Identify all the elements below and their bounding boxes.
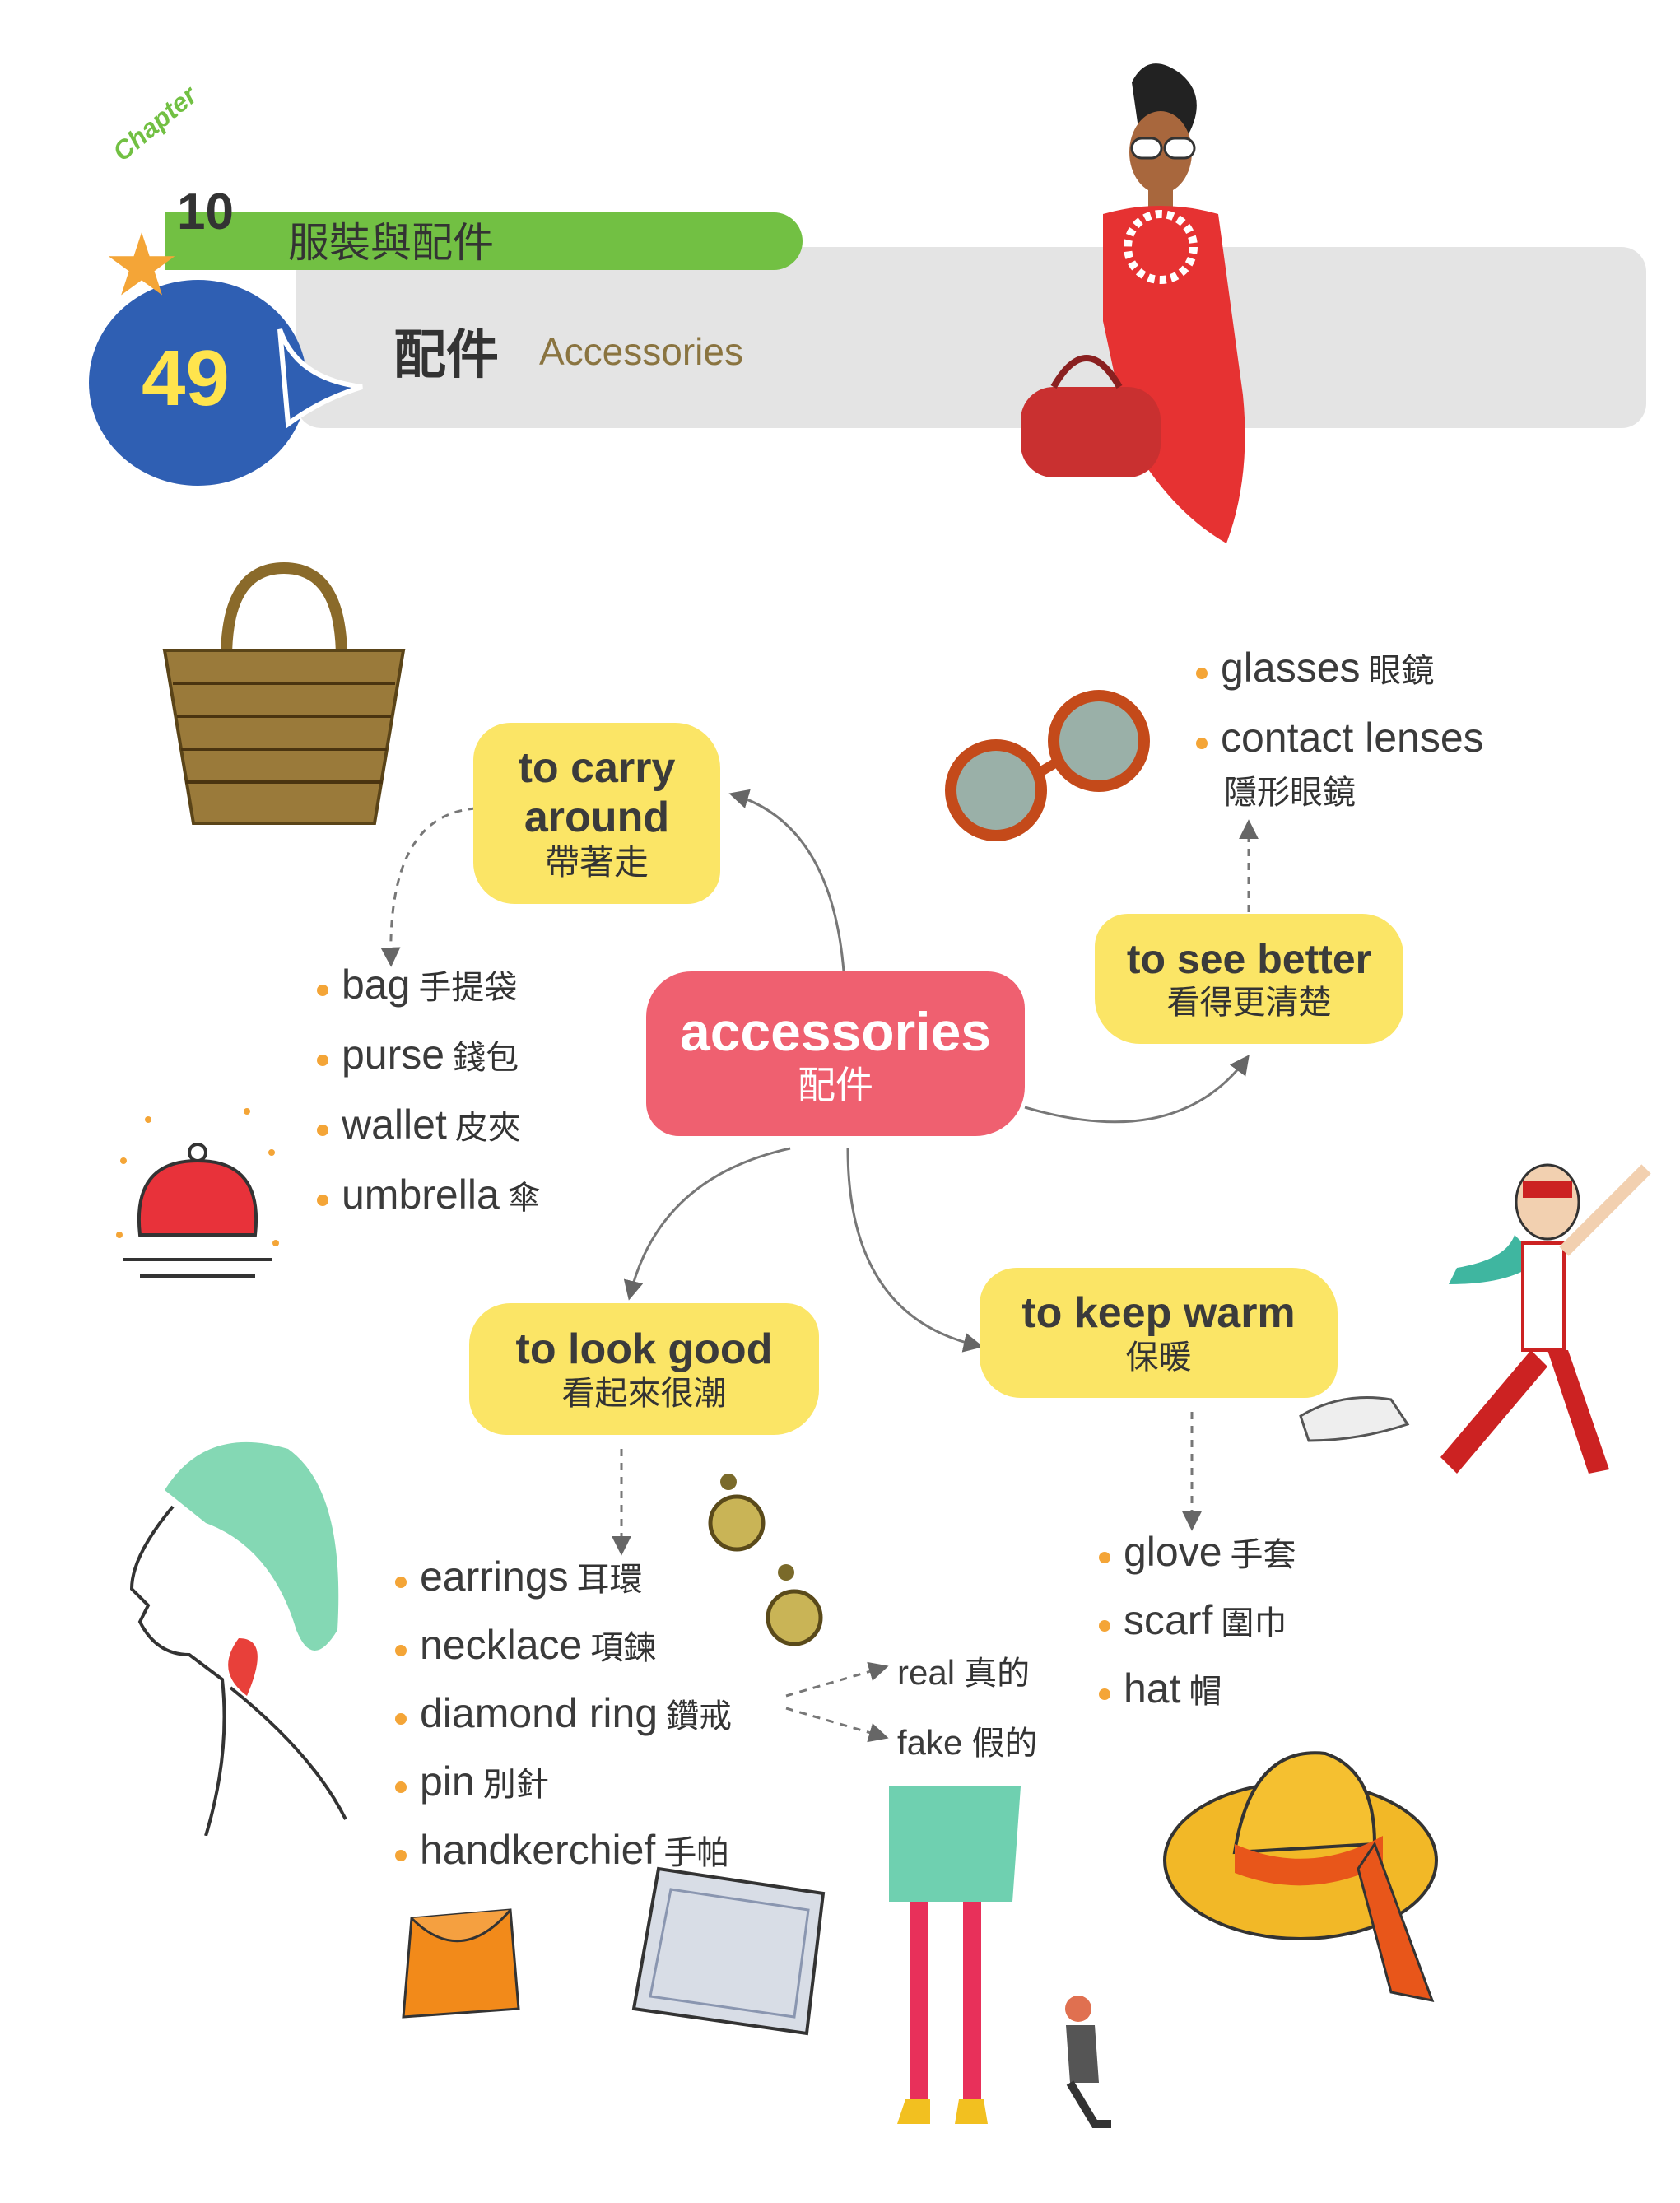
node-look-good: to look good 看起來很潮 <box>469 1303 819 1435</box>
woman-profile-illustration <box>129 1441 347 1836</box>
ring-option-real: real 真的 <box>897 1653 1031 1692</box>
node-look-en: to look good <box>515 1325 773 1374</box>
handkerchief-illustration <box>631 1866 826 2036</box>
node-accessories-en: accessories <box>680 1000 991 1062</box>
node-see-en: to see better <box>1126 936 1372 983</box>
list-item: earrings 耳環 <box>395 1548 732 1616</box>
earrings-illustration <box>708 1474 823 1646</box>
list-item: glove 手套 <box>1099 1523 1296 1591</box>
list-item: hat 帽 <box>1099 1660 1296 1728</box>
list-item: scarf 圍巾 <box>1099 1591 1296 1660</box>
node-see-better: to see better 看得更清楚 <box>1095 914 1403 1044</box>
sunglasses-illustration <box>945 690 1150 841</box>
list-item: wallet 皮夾 <box>317 1095 541 1165</box>
see-word-list: glasses 眼鏡 contact lenses <box>1196 638 1492 778</box>
node-carry-cn: 帶著走 <box>544 842 649 882</box>
node-warm-en: to keep warm <box>1021 1289 1296 1338</box>
node-warm-cn: 保暖 <box>1125 1339 1192 1376</box>
contact-lenses-cn: 隱形眼鏡 <box>1224 775 1356 811</box>
list-item: glasses 眼鏡 <box>1196 638 1492 708</box>
list-item: diamond ring 鑽戒 <box>395 1684 732 1753</box>
list-item: necklace 項鍊 <box>395 1616 732 1684</box>
carry-word-list: bag 手提袋 purse 錢包 wallet 皮夾 umbrella 傘 <box>317 955 541 1235</box>
legs-heels-proposal-illustration <box>889 1786 1111 2128</box>
node-accessories: accessories 配件 <box>646 971 1025 1136</box>
list-item: bag 手提袋 <box>317 955 541 1025</box>
list-item: umbrella 傘 <box>317 1165 541 1235</box>
node-look-cn: 看起來很潮 <box>561 1375 727 1412</box>
node-carry-around: to carry around 帶著走 <box>473 723 720 904</box>
arrow-to-see <box>1024 1055 1250 1124</box>
node-keep-warm: to keep warm 保暖 <box>980 1268 1338 1398</box>
warm-word-list: glove 手套 scarf 圍巾 hat 帽 <box>1099 1523 1296 1728</box>
arrow-to-look <box>623 1147 791 1301</box>
woman-red-dress-illustration <box>1021 63 1245 543</box>
list-item: pin 別針 <box>395 1753 732 1821</box>
node-carry-en-2: around <box>524 793 670 841</box>
arrow-to-carry <box>728 789 845 972</box>
man-running-with-dog-illustration <box>1299 1163 1651 1474</box>
ring-option-fake: fake 假的 <box>897 1723 1038 1762</box>
clutch-bag-illustration <box>402 1908 520 2019</box>
node-see-cn: 看得更清楚 <box>1166 984 1332 1021</box>
hat-with-scarf-illustration <box>1163 1751 1438 2002</box>
node-accessories-cn: 配件 <box>798 1063 873 1106</box>
list-item: purse 錢包 <box>317 1025 541 1095</box>
look-word-list: earrings 耳環 necklace 項鍊 diamond ring 鑽戒 pin… <box>395 1548 732 1889</box>
basket-bag-illustration <box>162 561 406 825</box>
dashed-carry-list <box>380 807 477 967</box>
coin-purse-illustration <box>116 1108 279 1278</box>
node-carry-en-1: to carry <box>518 744 676 793</box>
arrow-to-warm <box>846 1148 984 1353</box>
